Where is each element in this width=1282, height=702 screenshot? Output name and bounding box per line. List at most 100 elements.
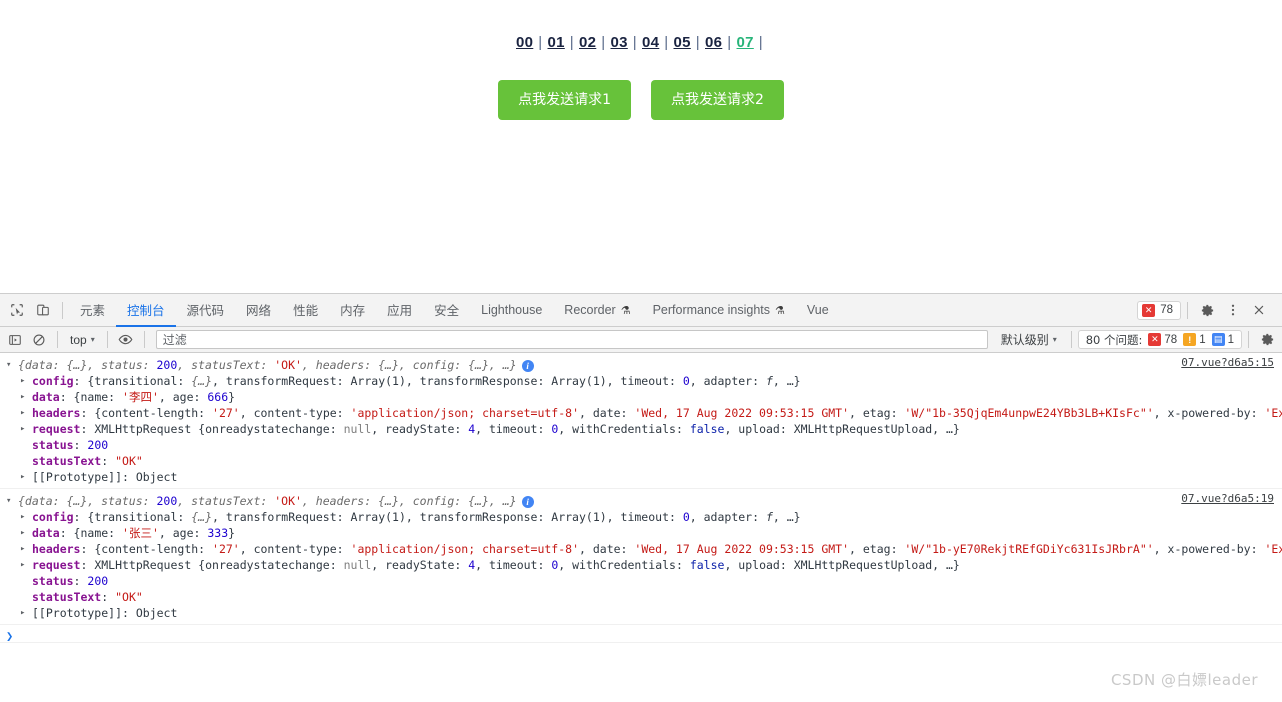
console-object-property-row[interactable]: status: 200: [0, 437, 1282, 453]
console-object-property-row[interactable]: ▸headers: {content-length: '27', content…: [0, 541, 1282, 557]
tab-应用[interactable]: 应用: [376, 294, 423, 327]
console-object-property-row[interactable]: ▸data: {name: '李四', age: 666}: [0, 389, 1282, 405]
token: {…}: [468, 358, 489, 372]
close-icon[interactable]: [1246, 297, 1272, 323]
token: 333: [207, 526, 228, 540]
send-request-button-2[interactable]: 点我发送请求2: [651, 80, 784, 120]
token: '27': [212, 542, 240, 556]
token: , upload: XMLHttpRequestUpload, …}: [724, 558, 959, 572]
tab-lighthouse[interactable]: Lighthouse: [470, 294, 553, 327]
nav-separator: |: [696, 34, 700, 51]
console-level-selector[interactable]: 默认级别 ▾: [993, 330, 1065, 350]
tab-源代码[interactable]: 源代码: [176, 294, 236, 327]
token: , withCredentials:: [558, 422, 690, 436]
console-sidebar-icon[interactable]: [3, 328, 27, 352]
console-object-header[interactable]: ▾{data: {…}, status: 200, statusText: 'O…: [0, 357, 1282, 373]
console-object-property-row[interactable]: ▸headers: {content-length: '27', content…: [0, 405, 1282, 421]
nav-link-02[interactable]: 02: [579, 34, 596, 51]
console-object-property-row[interactable]: ▸config: {transitional: {…}, transformRe…: [0, 373, 1282, 389]
token: {data:: [18, 494, 66, 508]
token: 200: [157, 358, 178, 372]
console-object-header[interactable]: ▾{data: {…}, status: 200, statusText: 'O…: [0, 493, 1282, 509]
tab-label: Lighthouse: [481, 303, 542, 317]
token: , readyState:: [371, 558, 468, 572]
tab-vue[interactable]: Vue: [796, 294, 840, 327]
token: {data:: [18, 358, 66, 372]
live-expression-icon[interactable]: [114, 328, 138, 352]
token: :: [74, 438, 88, 452]
send-request-button-1[interactable]: 点我发送请求1: [498, 80, 631, 120]
expand-arrow-icon[interactable]: ▸: [20, 421, 30, 437]
console-message[interactable]: 07.vue?d6a5:15▾{data: {…}, status: 200, …: [0, 353, 1282, 489]
tabbar-error-badge[interactable]: ✕ 78: [1137, 301, 1181, 320]
expand-arrow-icon[interactable]: ▾: [6, 357, 16, 373]
inspect-element-icon[interactable]: [4, 297, 30, 323]
more-options-icon[interactable]: [1220, 297, 1246, 323]
tab-performance-insights[interactable]: Performance insights⚗: [642, 294, 796, 327]
expand-arrow-icon[interactable]: ▸: [20, 605, 30, 621]
gear-icon[interactable]: [1194, 297, 1220, 323]
issues-label: 80 个问题:: [1086, 332, 1143, 348]
console-object-property-row[interactable]: ▸[[Prototype]]: Object: [0, 469, 1282, 485]
console-object-property-row[interactable]: statusText: "OK": [0, 589, 1282, 605]
token: false: [690, 422, 725, 436]
device-toolbar-icon[interactable]: [30, 297, 56, 323]
token: [[Prototype]]: [32, 470, 122, 484]
token: , headers:: [302, 358, 378, 372]
console-filter-field[interactable]: [156, 330, 988, 349]
console-object-property-row[interactable]: ▸[[Prototype]]: Object: [0, 605, 1282, 621]
console-prompt[interactable]: ❯: [0, 625, 1282, 643]
tab-性能[interactable]: 性能: [282, 294, 329, 327]
tab-label: Recorder: [564, 303, 615, 317]
nav-link-06[interactable]: 06: [705, 34, 722, 51]
console-object-property-row[interactable]: ▸request: XMLHttpRequest {onreadystatech…: [0, 557, 1282, 573]
console-object-property-row[interactable]: status: 200: [0, 573, 1282, 589]
console-object-property-row[interactable]: ▸data: {name: '张三', age: 333}: [0, 525, 1282, 541]
expand-arrow-icon[interactable]: ▸: [20, 541, 30, 557]
tab-控制台[interactable]: 控制台: [116, 294, 176, 327]
console-object-property-row[interactable]: ▸config: {transitional: {…}, transformRe…: [0, 509, 1282, 525]
info-icon[interactable]: i: [522, 360, 534, 372]
token: , date:: [579, 542, 634, 556]
expand-arrow-icon[interactable]: ▸: [20, 525, 30, 541]
console-settings-icon[interactable]: [1255, 328, 1279, 352]
info-icon[interactable]: i: [522, 496, 534, 508]
expand-arrow-icon[interactable]: ▸: [20, 469, 30, 485]
expand-arrow-icon[interactable]: ▸: [20, 373, 30, 389]
clear-console-icon[interactable]: [27, 328, 51, 352]
nav-link-03[interactable]: 03: [611, 34, 628, 51]
console-object-property-row[interactable]: statusText: "OK": [0, 453, 1282, 469]
nav-link-05[interactable]: 05: [674, 34, 691, 51]
console-context-selector[interactable]: top ▾: [64, 330, 101, 350]
console-object-property-row[interactable]: ▸request: XMLHttpRequest {onreadystatech…: [0, 421, 1282, 437]
console-message[interactable]: 07.vue?d6a5:19▾{data: {…}, status: 200, …: [0, 489, 1282, 625]
tab-网络[interactable]: 网络: [235, 294, 282, 327]
devtools-panel: 元素控制台源代码网络性能内存应用安全LighthouseRecorder⚗Per…: [0, 293, 1282, 702]
token: f: [766, 374, 773, 388]
search-input[interactable]: [157, 331, 987, 348]
token: : {transitional:: [74, 510, 192, 524]
tab-recorder[interactable]: Recorder⚗: [553, 294, 641, 327]
expand-arrow-icon[interactable]: ▾: [6, 493, 16, 509]
token: : Object: [122, 606, 177, 620]
token: , withCredentials:: [558, 558, 690, 572]
console-message-list[interactable]: 07.vue?d6a5:15▾{data: {…}, status: 200, …: [0, 353, 1282, 700]
flask-icon: ⚗: [775, 305, 785, 317]
expand-arrow-icon[interactable]: ▸: [20, 389, 30, 405]
token: false: [690, 558, 725, 572]
token: null: [344, 558, 372, 572]
nav-link-01[interactable]: 01: [548, 34, 565, 51]
token: headers: [32, 542, 80, 556]
expand-arrow-icon[interactable]: ▸: [20, 509, 30, 525]
expand-arrow-icon[interactable]: ▸: [20, 557, 30, 573]
tab-元素[interactable]: 元素: [69, 294, 116, 327]
tab-安全[interactable]: 安全: [423, 294, 470, 327]
issues-error-group: ✕ 78: [1148, 333, 1177, 346]
token: '27': [212, 406, 240, 420]
nav-link-04[interactable]: 04: [642, 34, 659, 51]
issues-summary-button[interactable]: 80 个问题: ✕ 78 ! 1 ▤ 1: [1078, 330, 1242, 349]
tab-内存[interactable]: 内存: [329, 294, 376, 327]
nav-link-00[interactable]: 00: [516, 34, 533, 51]
expand-arrow-icon[interactable]: ▸: [20, 405, 30, 421]
nav-link-07[interactable]: 07: [737, 34, 754, 51]
